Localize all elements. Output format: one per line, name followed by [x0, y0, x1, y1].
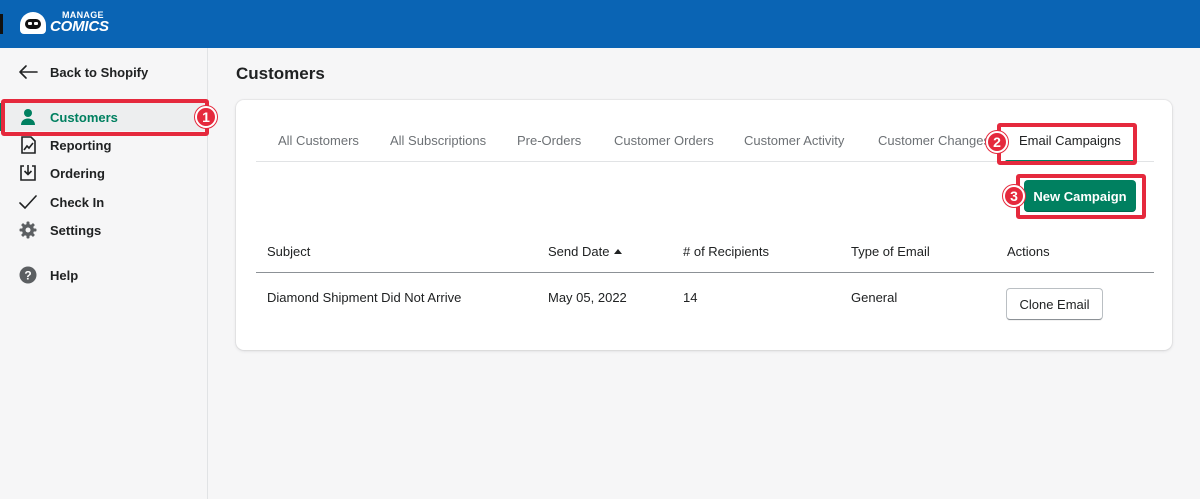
sidebar-item-label: Reporting	[50, 137, 112, 153]
tab-all-customers[interactable]: All Customers	[278, 124, 359, 162]
top-bar: MANAGE COMICS	[0, 0, 1200, 48]
logo-icon	[18, 10, 48, 34]
reporting-icon	[18, 135, 38, 155]
sidebar-item-label: Check In	[50, 194, 105, 210]
column-header-subject[interactable]: Subject	[267, 244, 310, 259]
logo-text-bottom: COMICS	[50, 17, 109, 35]
tab-all-subscriptions[interactable]: All Subscriptions	[390, 124, 486, 162]
cell-subject: Diamond Shipment Did Not Arrive	[267, 290, 462, 305]
svg-text:?: ?	[24, 269, 31, 283]
tab-customer-changes[interactable]: Customer Changes	[878, 124, 990, 162]
cell-send-date: May 05, 2022	[548, 290, 627, 305]
tab-customer-orders[interactable]: Customer Orders	[614, 124, 714, 162]
annotation-box-2	[997, 123, 1137, 165]
sort-ascending-icon	[614, 249, 623, 254]
back-to-shopify-link[interactable]: Back to Shopify	[0, 58, 208, 86]
clone-email-button[interactable]: Clone Email	[1006, 288, 1103, 320]
column-header-actions: Actions	[1007, 244, 1050, 259]
column-header-recipients[interactable]: # of Recipients	[683, 244, 769, 259]
table-header-divider	[256, 272, 1154, 273]
tab-pre-orders[interactable]: Pre-Orders	[517, 124, 581, 162]
sidebar-item-check-in[interactable]: Check In	[0, 188, 208, 216]
sidebar-item-ordering[interactable]: Ordering	[0, 159, 208, 187]
sidebar-item-label: Help	[50, 267, 79, 283]
page-title: Customers	[236, 64, 325, 83]
ordering-icon	[18, 163, 38, 183]
sidebar-item-settings[interactable]: Settings	[0, 216, 208, 244]
cell-type: General	[851, 290, 898, 305]
sidebar-item-label: Ordering	[50, 165, 105, 181]
back-to-shopify-label: Back to Shopify	[50, 64, 149, 80]
annotation-box-3	[1016, 174, 1146, 219]
annotation-badge-1: 1	[195, 106, 217, 128]
checkmark-icon	[18, 192, 38, 212]
annotation-badge-3: 3	[1003, 185, 1025, 207]
annotation-box-1	[1, 99, 209, 136]
sidebar-item-label: Settings	[50, 222, 102, 238]
help-icon: ?	[18, 265, 38, 285]
column-header-send-date[interactable]: Send Date	[548, 244, 623, 259]
tab-customer-activity[interactable]: Customer Activity	[744, 124, 844, 162]
annotation-badge-2: 2	[986, 131, 1008, 153]
arrow-left-icon	[18, 62, 38, 82]
gear-icon	[18, 220, 38, 240]
cell-recipients: 14	[683, 290, 698, 305]
column-header-type[interactable]: Type of Email	[851, 244, 930, 259]
app-logo[interactable]: MANAGE COMICS	[18, 10, 109, 34]
sidebar-item-help[interactable]: ? Help	[0, 261, 208, 289]
